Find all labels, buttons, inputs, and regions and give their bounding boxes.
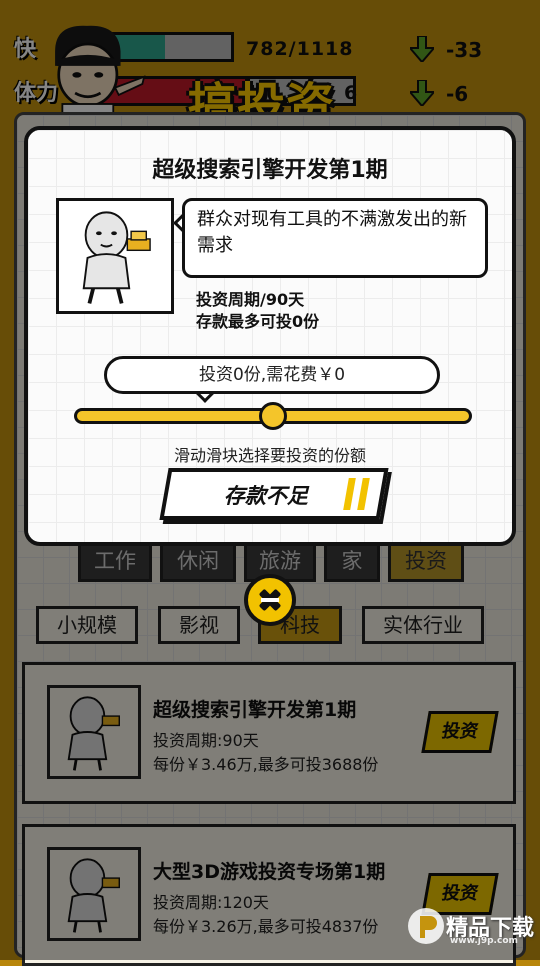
investor-character-icon [82, 211, 151, 304]
confirm-button-label: 存款不足 [223, 484, 308, 508]
investment-dialog: 超级搜索引擎开发第1期 群众对现有工具的不满激发出的新需求 投资周期/90天 存… [24, 126, 516, 546]
project-image [56, 198, 174, 314]
slider-hint: 滑动滑块选择要投资的份额 [173, 446, 366, 465]
watermark: 精品下载 www.j9p.com [406, 906, 534, 946]
watermark-url: www.j9p.com [449, 936, 518, 946]
watermark-logo-icon [407, 908, 444, 944]
max-shares-from-savings: 存款最多可投0份 [196, 312, 320, 331]
close-icon[interactable] [244, 574, 296, 626]
selection-readout: 投资0份,需花费￥0 [104, 356, 440, 394]
dialog-title: 超级搜索引擎开发第1期 [152, 158, 388, 183]
share-slider-handle[interactable] [259, 402, 287, 430]
confirm-button[interactable]: 存款不足 [159, 468, 389, 520]
investment-period: 投资周期/90天 [196, 290, 305, 309]
description-bubble: 群众对现有工具的不满激发出的新需求 [182, 198, 488, 278]
